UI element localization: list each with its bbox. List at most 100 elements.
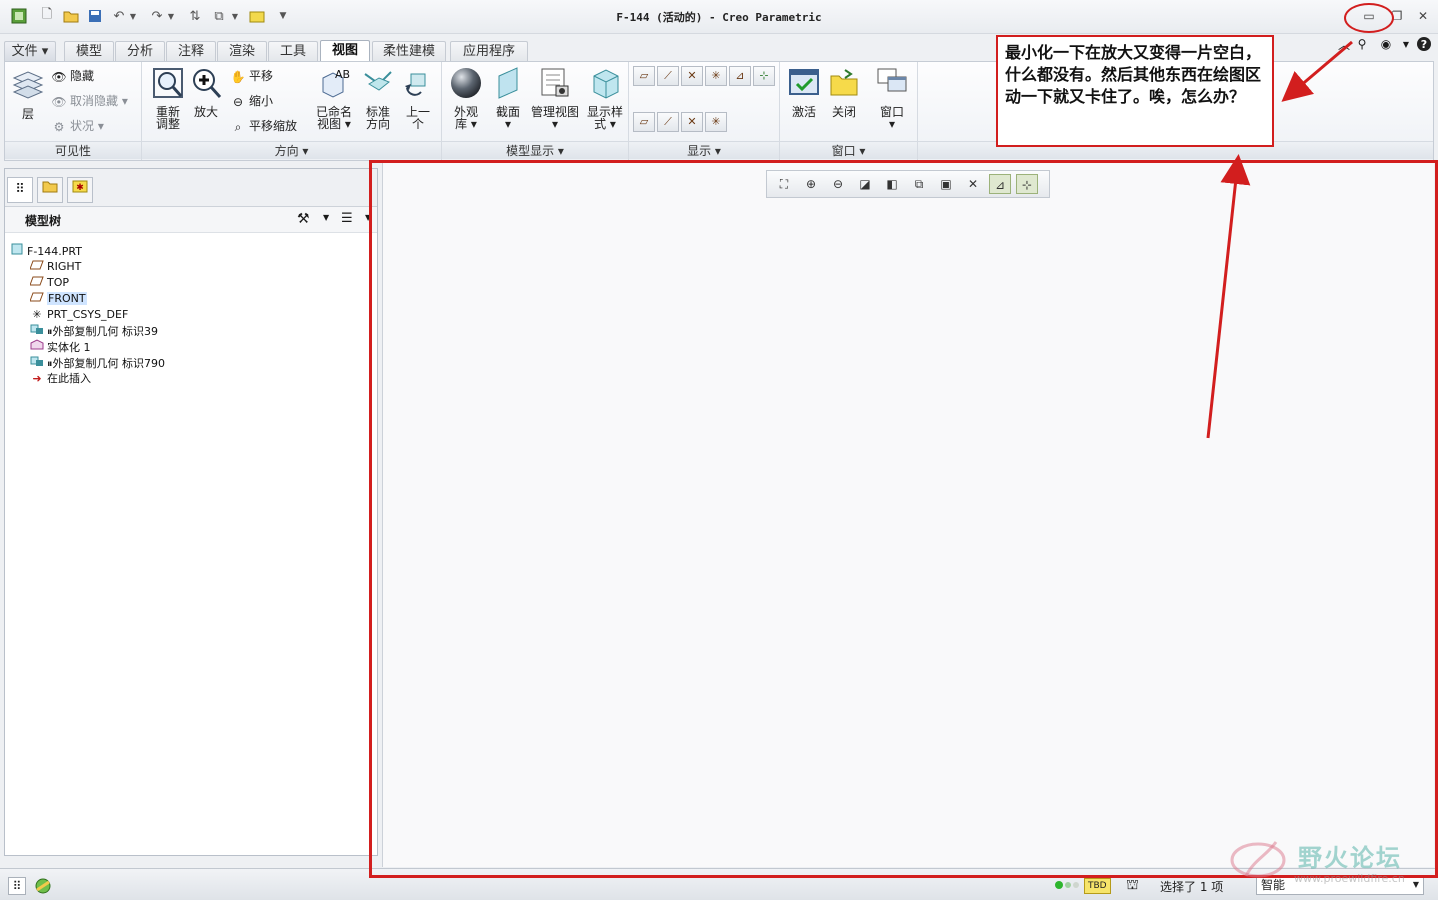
solidify-icon [29, 339, 45, 356]
close-window-button[interactable]: 关闭 [824, 66, 864, 118]
settings-tools-icon[interactable]: ⚒ [297, 211, 310, 227]
svg-text:✱: ✱ [76, 183, 84, 193]
search-icon[interactable]: ⚲ [1354, 36, 1370, 52]
folder-browser-tab-icon[interactable] [37, 177, 63, 203]
insert-here-icon: ➜ [32, 372, 42, 385]
group-label-model-display: 模型显示 ▾ [442, 141, 628, 159]
section-button[interactable]: 截面 ▾ [488, 66, 528, 130]
tbd-badge[interactable]: TBD [1084, 878, 1111, 894]
standard-orientation-icon [364, 71, 392, 91]
close-icon[interactable]: ✕ [1414, 7, 1432, 25]
status-bar: ⠿ TBD ⛫ 选择了 1 项 智能 ▼ [0, 868, 1438, 900]
model-tree-tab-icon[interactable]: ⠿ [7, 177, 33, 203]
filter-dropdown-icon[interactable]: ▼ [1413, 876, 1419, 894]
refit-button[interactable]: 重新 调整 [148, 66, 188, 130]
named-views-button[interactable]: AB 已命名 视图 ▾ [312, 66, 356, 130]
selection-filter-select[interactable]: 智能 ▼ [1256, 875, 1424, 895]
tab-file[interactable]: 文件 ▾ [4, 41, 56, 61]
group-window: 激活 关闭 窗口 ▾ 窗口 ▾ [780, 62, 918, 160]
view-manager-icon[interactable]: ▣ [935, 174, 957, 194]
tree-item-front[interactable]: FRONT [29, 291, 87, 307]
windows-button[interactable]: 窗口 ▾ [872, 66, 912, 130]
annotation-display-icon[interactable]: ⊿ [989, 174, 1011, 194]
refit-icon [153, 68, 183, 98]
previous-view-button[interactable]: 上一 个 [400, 66, 436, 130]
activate-button[interactable]: 激活 [784, 66, 824, 118]
group-show: ▱ ⟋ ✕ ✳ ⊿ ⊹ ▱ ⟋ ✕ ✳ 显示 ▾ [629, 62, 780, 160]
axis-tag-toggle[interactable]: ⟋ [657, 112, 679, 132]
axis-display-toggle[interactable]: ⟋ [657, 66, 679, 86]
tab-annotate[interactable]: 注释 [166, 41, 216, 61]
tree-display-dropdown-icon[interactable]: ▼ [365, 213, 371, 222]
pan-button[interactable]: ✋ 平移 [230, 67, 274, 85]
community-icon[interactable]: ◉ [1378, 36, 1394, 52]
tab-analysis[interactable]: 分析 [115, 41, 165, 61]
community-dropdown-icon[interactable]: ▼ [1398, 36, 1414, 52]
tree-display-icon[interactable]: ☰ [341, 211, 353, 226]
pan-zoom-button[interactable]: ⌕ 平移缩放 [230, 117, 297, 135]
group-visibility: 层 👁 隐藏 👁 取消隐藏 ▾ ⚙ 状况 ▾ 可见性 [5, 62, 142, 160]
tab-model[interactable]: 模型 [64, 41, 114, 61]
navigator-toggle-icon[interactable]: ⠿ [8, 877, 26, 895]
tree-item-solidify[interactable]: 实体化 1 [29, 339, 91, 355]
tree-item-insert-here[interactable]: ➜ 在此插入 [29, 371, 91, 387]
manage-views-button[interactable]: 管理视图 ▾ [528, 66, 582, 130]
settings-dropdown-icon[interactable]: ▼ [323, 213, 329, 222]
layer-button[interactable]: 层 [9, 68, 47, 120]
minimize-icon[interactable]: ▭ [1360, 7, 1378, 25]
copy-geometry-icon [29, 355, 45, 372]
saved-orientations-icon[interactable]: ⧉ [908, 174, 930, 194]
zoom-in-button[interactable]: 放大 [186, 66, 226, 118]
previous-view-icon [405, 73, 426, 96]
tree-item-csys[interactable]: ✳ PRT_CSYS_DEF [29, 307, 128, 323]
csys-tag-toggle[interactable]: ✳ [705, 112, 727, 132]
tree-item-right[interactable]: RIGHT [29, 259, 81, 275]
display-style-button[interactable]: 显示样 式 ▾ [584, 66, 626, 130]
help-icon[interactable]: ? [1416, 36, 1432, 52]
graphics-window[interactable] [382, 161, 1434, 867]
model-tree-header: 模型树 ⚒ ▼ ☰ ▼ [5, 207, 377, 233]
plane-tag-toggle[interactable]: ▱ [633, 112, 655, 132]
zoom-out-button[interactable]: ⊖ 缩小 [230, 92, 273, 110]
display-style-cube-icon [593, 69, 619, 99]
tab-render[interactable]: 渲染 [217, 41, 267, 61]
display-style-icon[interactable]: ◧ [881, 174, 903, 194]
unhide-eye-icon: 👁 [51, 94, 67, 109]
tree-item-part[interactable]: F-144.PRT [9, 243, 82, 259]
favorites-tab-icon[interactable]: ✱ [67, 177, 93, 203]
status-button[interactable]: ⚙ 状况 ▾ [51, 117, 104, 135]
hide-button[interactable]: 👁 隐藏 [51, 67, 94, 85]
browser-toggle-icon[interactable] [34, 877, 52, 895]
plane-display-toggle[interactable]: ▱ [633, 66, 655, 86]
spin-center-icon[interactable]: ⊹ [1016, 174, 1038, 194]
restore-icon[interactable]: ❐ [1388, 7, 1406, 25]
navigator-tabs: ⠿ ✱ [5, 169, 377, 207]
group-model-display: 外观 库 ▾ 截面 ▾ 管理视图 ▾ 显示样 式 ▾ 模型显示 ▾ [442, 62, 629, 160]
windows-icon [877, 68, 907, 92]
datum-display-icon[interactable]: ✕ [962, 174, 984, 194]
tab-applications[interactable]: 应用程序 [450, 41, 528, 61]
tree-item-copy-geom-39[interactable]: ⏸外部复制几何 标识39 [29, 323, 158, 339]
collapse-ribbon-icon[interactable]: ︿ [1336, 36, 1352, 52]
csys-display-toggle[interactable]: ✳ [705, 66, 727, 86]
point-display-toggle[interactable]: ✕ [681, 66, 703, 86]
appearance-gallery-button[interactable]: 外观 库 ▾ [446, 66, 486, 130]
annotation-display-toggle[interactable]: ⊿ [729, 66, 751, 86]
point-tag-toggle[interactable]: ✕ [681, 112, 703, 132]
spin-center-toggle[interactable]: ⊹ [753, 66, 775, 86]
navigator-panel: ⠿ ✱ 模型树 ⚒ ▼ ☰ ▼ F-144.PRT RIGHT TOP FRON… [4, 168, 378, 856]
find-icon[interactable]: ⛫ [1126, 877, 1139, 895]
zoom-out-icon[interactable]: ⊖ [827, 174, 849, 194]
refit-icon[interactable]: ⛶ [773, 174, 795, 194]
tab-flexible-modeling[interactable]: 柔性建模 [372, 41, 446, 61]
zoom-in-icon[interactable]: ⊕ [800, 174, 822, 194]
named-views-icon: AB [322, 68, 350, 98]
unhide-button[interactable]: 👁 取消隐藏 ▾ [51, 92, 127, 110]
tree-item-copy-geom-790[interactable]: ⏸外部复制几何 标识790 [29, 355, 165, 371]
pan-zoom-icon: ⌕ [234, 119, 242, 134]
standard-orientation-button[interactable]: 标准 方向 [360, 66, 396, 130]
repaint-icon[interactable]: ◪ [854, 174, 876, 194]
tab-tools[interactable]: 工具 [268, 41, 318, 61]
tab-view[interactable]: 视图 [320, 40, 370, 62]
tree-item-top[interactable]: TOP [29, 275, 69, 291]
